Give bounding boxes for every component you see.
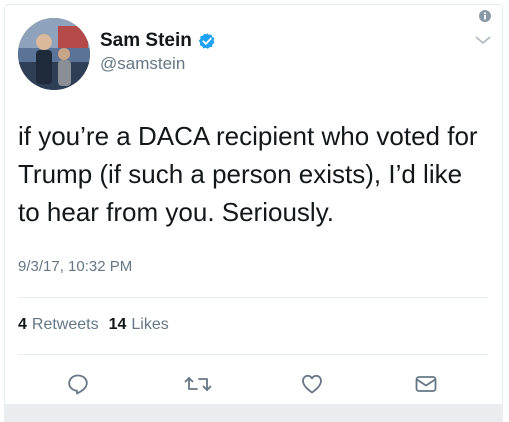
author-display-name[interactable]: Sam Stein (100, 30, 192, 52)
envelope-icon[interactable] (414, 372, 438, 396)
bottom-strip (4, 404, 503, 422)
author-name-row[interactable]: Sam Stein (100, 30, 216, 52)
author-handle[interactable]: @samstein (100, 54, 185, 74)
retweet-count: 4 (18, 316, 27, 333)
tweet-timestamp[interactable]: 9/3/17, 10:32 PM (18, 258, 132, 275)
divider (18, 354, 488, 355)
chevron-down-icon[interactable] (474, 34, 492, 46)
info-icon[interactable] (479, 10, 491, 22)
retweet-label: Retweets (31, 316, 99, 333)
heart-icon[interactable] (300, 372, 324, 396)
like-stat[interactable]: 14 Likes (109, 316, 169, 334)
verified-badge-icon (198, 33, 215, 49)
avatar[interactable] (18, 18, 90, 90)
retweet-icon[interactable] (184, 372, 212, 396)
reply-icon[interactable] (66, 372, 90, 396)
tweet-text: if you’re a DACA recipient who voted for… (18, 121, 478, 227)
avatar-photo (18, 18, 90, 90)
tweet-stats: 4 Retweets 14 Likes (18, 316, 169, 334)
like-label: Likes (131, 316, 169, 333)
retweet-stat[interactable]: 4 Retweets (18, 316, 99, 334)
divider (18, 297, 488, 298)
like-count: 14 (108, 316, 127, 333)
